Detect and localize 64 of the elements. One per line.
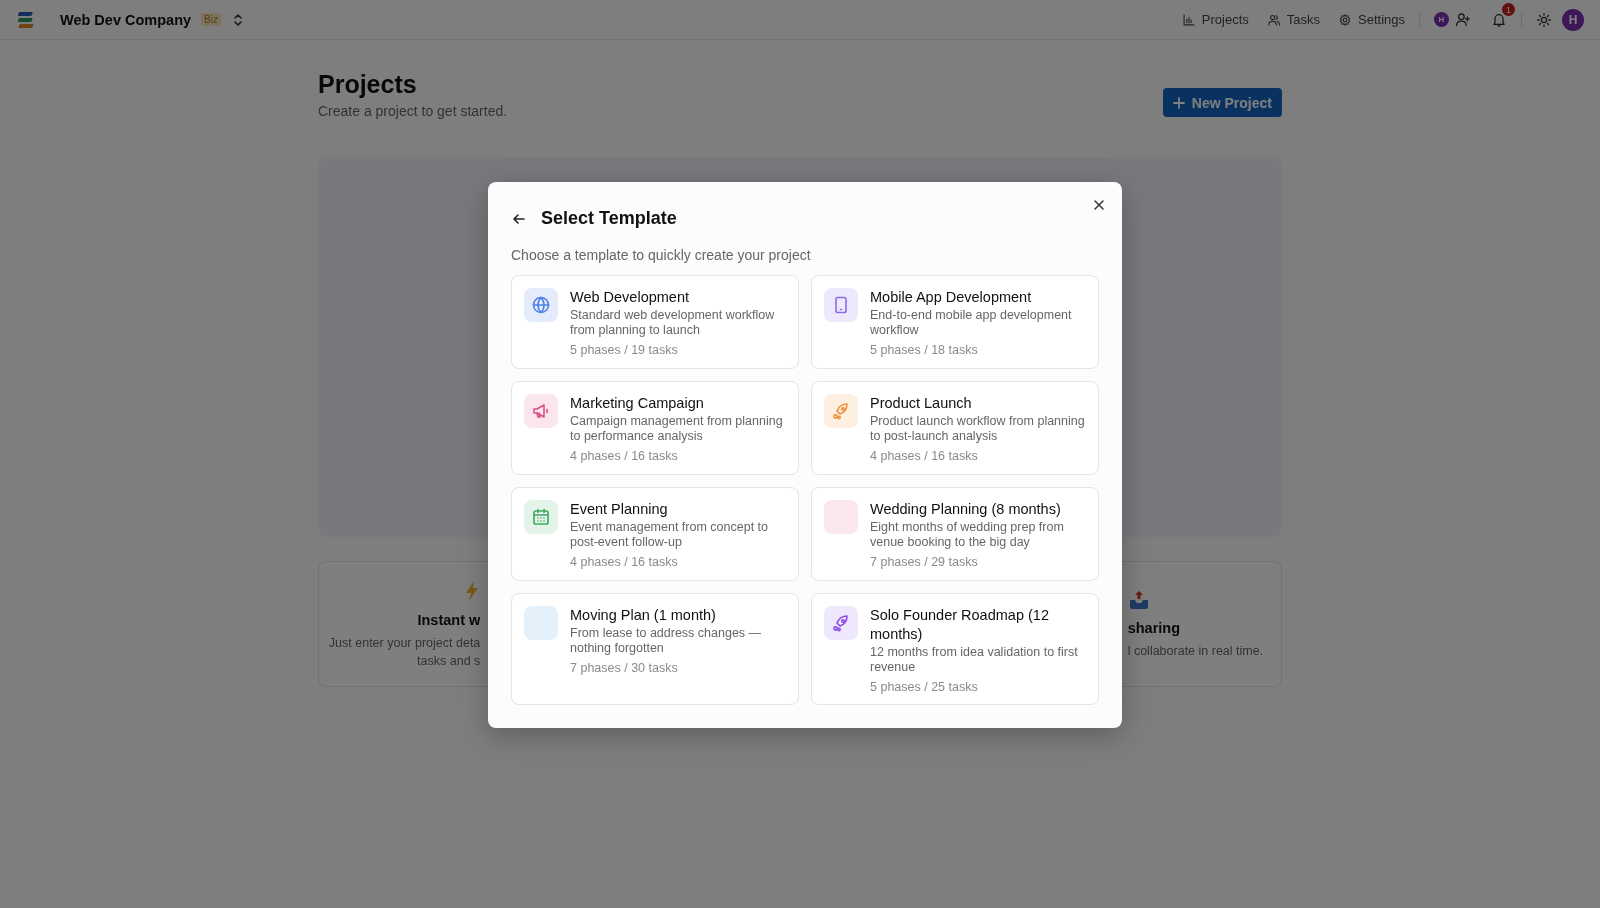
- rocket-icon: [831, 613, 851, 633]
- template-card[interactable]: Web Development Standard web development workflow from planning to launch 5 phases / 19 tasks: [511, 275, 799, 369]
- template-description: Eight months of wedding prep from venue booking to the big day: [870, 520, 1065, 550]
- sun-icon[interactable]: [1536, 11, 1552, 28]
- feature-title: sharing: [1127, 620, 1181, 636]
- member-avatar[interactable]: H: [1434, 12, 1449, 27]
- plus-icon: [1172, 96, 1185, 109]
- nav-link[interactable]: Tasks: [1266, 12, 1320, 27]
- template-card[interactable]: Marketing Campaign Campaign management from planning to performance analysis 4 phases / 16 tasks: [511, 381, 799, 475]
- template-stats: 7 phases / 29 tasks: [870, 555, 979, 569]
- modal-title: Select Template: [541, 208, 677, 229]
- feature-text: Just enter your project deta: [328, 636, 481, 650]
- page-title: Projects: [318, 70, 418, 99]
- template-card[interactable]: Solo Founder Roadmap (12 months) 12 months from idea validation to first revenue 5 phases / 25 tasks: [811, 593, 1099, 705]
- template-stats: 4 phases / 16 tasks: [870, 449, 979, 463]
- template-card[interactable]: Wedding Planning (8 months) Eight months of wedding prep from venue booking to the big day 7 phases / 29 tasks: [811, 487, 1099, 581]
- template-name: Event Planning: [570, 500, 669, 519]
- modal-subtitle: Choose a template to quickly create your project: [511, 247, 812, 263]
- template-name: Solo Founder Roadmap (12 months): [870, 606, 1050, 644]
- template-stats: 5 phases / 19 tasks: [570, 343, 679, 357]
- nav-link[interactable]: Projects: [1181, 12, 1249, 27]
- add-user-icon[interactable]: [1455, 11, 1471, 28]
- notification-badge: 1: [1502, 3, 1515, 16]
- users-icon: [1266, 12, 1281, 27]
- calendar-icon: [531, 507, 551, 527]
- globe-icon: [531, 295, 551, 315]
- template-name: Marketing Campaign: [570, 394, 705, 413]
- template-description: Event management from concept to post-event follow-up: [570, 520, 770, 550]
- template-stats: 7 phases / 30 tasks: [570, 661, 679, 675]
- template-name: Mobile App Development: [870, 288, 1033, 307]
- template-description: 12 months from idea validation to first revenue: [870, 645, 1079, 675]
- user-avatar[interactable]: H: [1562, 8, 1584, 31]
- template-name: Moving Plan (1 month): [570, 606, 717, 625]
- workspace-name[interactable]: Web Dev Company: [60, 11, 192, 28]
- template-description: Standard web development workflow from planning to launch: [570, 308, 776, 338]
- template-stats: 4 phases / 16 tasks: [570, 449, 679, 463]
- template-description: End-to-end mobile app development workflow: [870, 308, 1073, 338]
- plan-badge: Biz: [201, 13, 221, 26]
- megaphone-icon: [531, 401, 551, 421]
- template-description: Product launch workflow from planning to post-launch analysis: [870, 414, 1086, 444]
- template-stats: 5 phases / 18 tasks: [870, 343, 979, 357]
- template-card[interactable]: Mobile App Development End-to-end mobile app development workflow 5 phases / 18 tasks: [811, 275, 1099, 369]
- bell-icon[interactable]: [1491, 11, 1507, 28]
- template-card[interactable]: Moving Plan (1 month) From lease to address changes — nothing forgotten 7 phases / 30 tasks: [511, 593, 799, 705]
- template-name: Web Development: [570, 288, 691, 307]
- chevron-up-down-icon[interactable]: [233, 12, 243, 27]
- close-icon[interactable]: [1092, 198, 1106, 212]
- feature-title: Instant w: [417, 612, 481, 628]
- page-subtitle: Create a project to get started.: [318, 103, 508, 119]
- template-description: Campaign management from planning to performance analysis: [570, 414, 784, 444]
- lightning-icon: [464, 580, 481, 602]
- feature-text: tasks and s: [417, 654, 481, 668]
- template-stats: 4 phases / 16 tasks: [570, 555, 679, 569]
- template-name: Wedding Planning (8 months): [870, 500, 1062, 519]
- tray-upload-icon: [1127, 590, 1150, 610]
- template-stats: 5 phases / 25 tasks: [870, 680, 979, 694]
- nav-link[interactable]: Settings: [1338, 12, 1405, 27]
- gear-icon: [1338, 12, 1352, 27]
- chart-icon: [1181, 12, 1196, 27]
- rocket-icon: [831, 401, 851, 421]
- template-name: Product Launch: [870, 394, 973, 413]
- template-description: From lease to address changes — nothing forgotten: [570, 626, 763, 656]
- template-card[interactable]: Event Planning Event management from concept to post-event follow-up 4 phases / 16 tasks: [511, 487, 799, 581]
- template-card[interactable]: Product Launch Product launch workflow from planning to post-launch analysis 4 phases / 16 tasks: [811, 381, 1099, 475]
